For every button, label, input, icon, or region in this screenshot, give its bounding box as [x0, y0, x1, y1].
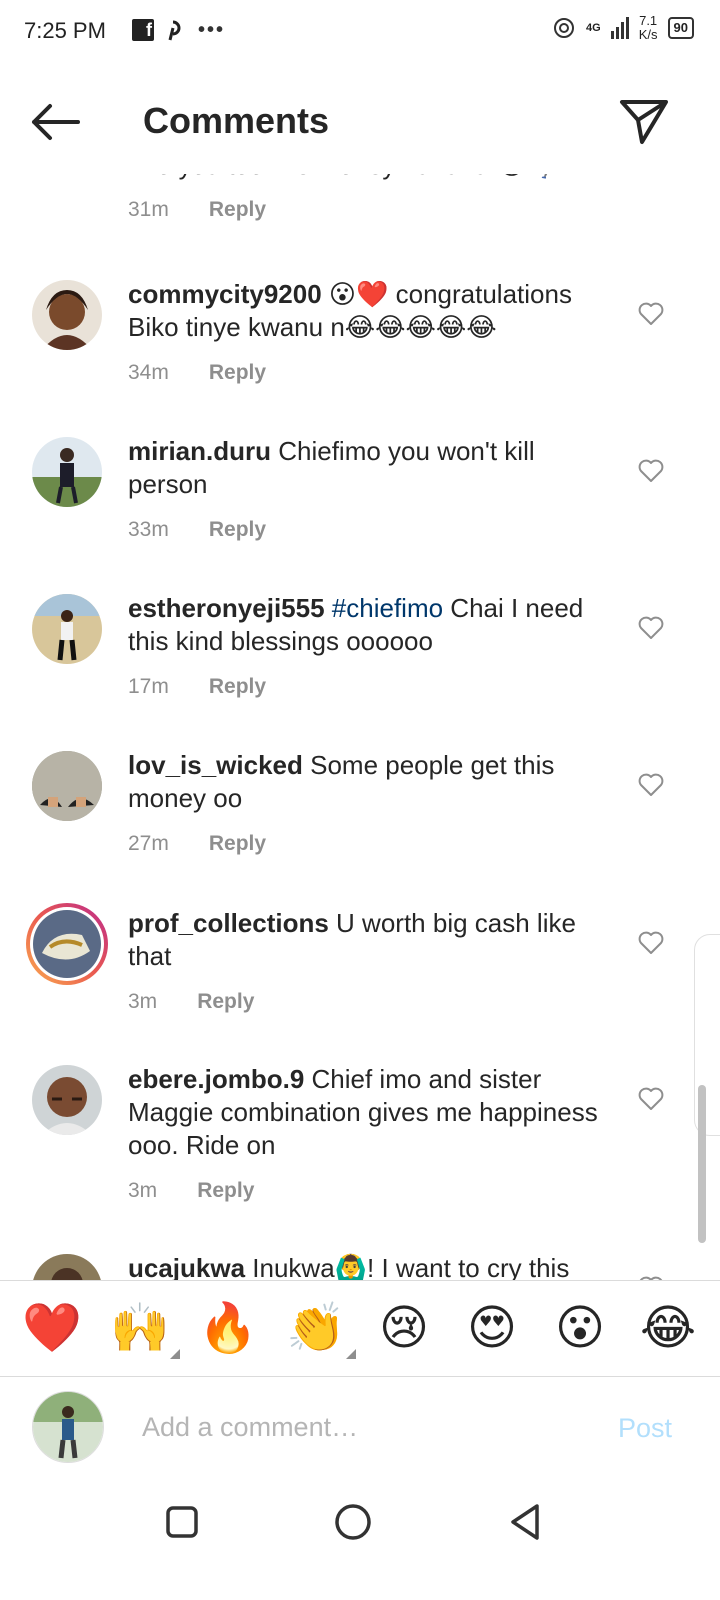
reaction-laughing[interactable]: 😂: [636, 1304, 700, 1353]
like-heart-icon[interactable]: [638, 1087, 664, 1111]
reply-button[interactable]: Reply: [209, 198, 266, 222]
facebook-notification-icon: f: [132, 19, 154, 41]
comment-composer: Post: [0, 1376, 720, 1481]
reply-button[interactable]: Reply: [197, 1174, 254, 1207]
quick-reactions-bar: ❤️ 🙌 🔥 👏 😢 😍 😮 😂: [0, 1280, 720, 1376]
hotspot-icon: [554, 18, 575, 38]
reply-button[interactable]: Reply: [197, 985, 254, 1018]
reaction-crying[interactable]: 😢: [372, 1304, 436, 1353]
scrollbar[interactable]: [698, 1085, 706, 1243]
comment-time: 34m: [128, 361, 169, 384]
pinterest-notification-icon: [168, 20, 181, 41]
comment-time: 3m: [128, 990, 158, 1013]
current-user-avatar: [32, 1391, 104, 1463]
comment-username[interactable]: estheronyeji555: [128, 593, 325, 623]
back-arrow-icon[interactable]: [28, 100, 82, 144]
avatar[interactable]: [32, 751, 102, 821]
network-type: 4G: [586, 22, 601, 34]
comment-time: 17m: [128, 675, 169, 698]
like-heart-icon[interactable]: [638, 459, 664, 483]
reaction-surprised[interactable]: 😮: [548, 1304, 612, 1353]
comment-username[interactable]: ebere.jombo.9: [128, 1064, 304, 1094]
reply-button[interactable]: Reply: [209, 356, 266, 389]
signal-icon: [610, 17, 629, 39]
network-speed: 7.1 K/s: [638, 13, 658, 42]
system-nav-bar: [0, 1480, 720, 1600]
reaction-heart[interactable]: ❤️: [20, 1304, 84, 1353]
reply-button[interactable]: Reply: [209, 670, 266, 703]
comment-hashtag[interactable]: #chiefimo: [325, 593, 443, 623]
reaction-raised-hands[interactable]: 🙌: [108, 1304, 180, 1359]
avatar[interactable]: [32, 1065, 102, 1135]
comment-username[interactable]: lov_is_wicked: [128, 750, 303, 780]
status-bar: 7:25 PM f ••• 4G 7.1 K/s 90: [0, 0, 720, 64]
reaction-fire[interactable]: 🔥: [196, 1304, 260, 1353]
post-button[interactable]: Post: [618, 1413, 672, 1444]
home-circle-icon[interactable]: [331, 1500, 375, 1544]
comment-username[interactable]: prof_collections: [128, 908, 329, 938]
comment-username[interactable]: commycity9200: [128, 279, 322, 309]
avatar[interactable]: [32, 280, 102, 350]
reply-button[interactable]: Reply: [209, 827, 266, 860]
back-triangle-icon[interactable]: [503, 1500, 547, 1544]
reaction-clapping[interactable]: 👏: [284, 1304, 356, 1359]
comment-text: Inukwa🙆‍♂️! I want to cry this: [245, 1253, 570, 1280]
comment-time: 33m: [128, 518, 169, 541]
reply-button[interactable]: Reply: [209, 513, 266, 546]
header: Comments: [0, 64, 720, 174]
reaction-heart-eyes[interactable]: 😍: [460, 1304, 524, 1353]
avatar[interactable]: [32, 1254, 102, 1280]
avatar[interactable]: [32, 437, 102, 507]
page-title: Comments: [143, 100, 330, 141]
avatar[interactable]: [32, 594, 102, 664]
like-heart-icon[interactable]: [638, 616, 664, 640]
like-heart-icon[interactable]: [638, 773, 664, 797]
comment-time: 27m: [128, 832, 169, 855]
comment-time: 31m: [128, 198, 169, 221]
like-heart-icon[interactable]: [638, 931, 664, 955]
like-heart-icon[interactable]: [638, 302, 664, 326]
comments-list[interactable]: Imo you too like money hahaha 😂 🏃 31m Re…: [0, 150, 720, 1280]
comment-input[interactable]: [140, 1401, 564, 1453]
status-time: 7:25 PM: [24, 18, 106, 43]
avatar-story-ring[interactable]: [24, 901, 110, 987]
comment-time: 3m: [128, 1179, 158, 1202]
recents-square-icon[interactable]: [160, 1500, 204, 1544]
comment-username[interactable]: mirian.duru: [128, 436, 271, 466]
comment-username[interactable]: ucajukwa: [128, 1253, 245, 1280]
more-notifications-icon: •••: [198, 18, 226, 41]
direct-send-icon[interactable]: [618, 96, 670, 148]
battery-indicator: 90: [667, 17, 694, 39]
